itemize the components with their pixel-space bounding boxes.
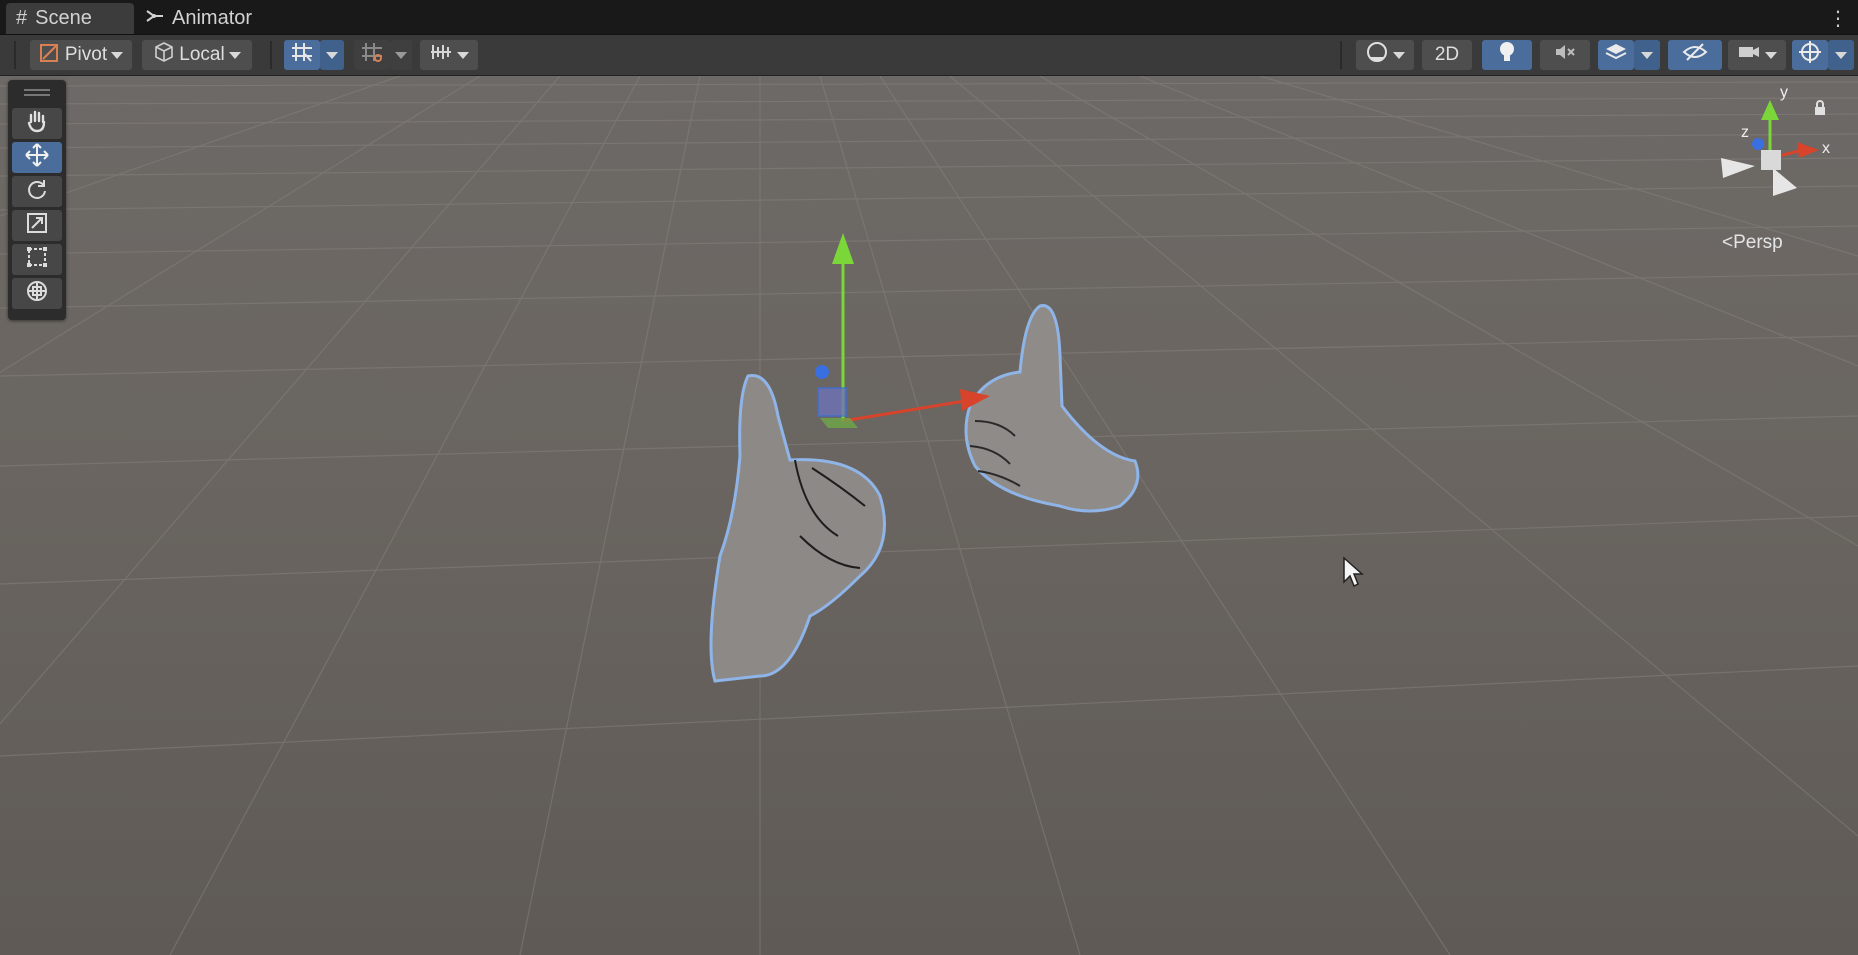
move-tool[interactable] [12,142,62,173]
right-hand-model[interactable] [964,304,1140,513]
z-axis-label: z [1741,124,1749,141]
tab-animator-label: Animator [172,7,253,29]
x-axis-cone[interactable] [1797,142,1819,158]
projection-toggle[interactable]: <Persp [1722,232,1783,254]
tools-overlay [8,80,66,320]
animator-icon [146,7,164,30]
local-dropdown[interactable]: Local [142,40,252,70]
chevron-down-icon [457,51,469,59]
toolbar-separator [1340,41,1342,69]
transform-tool[interactable] [12,278,62,309]
projection-label: Persp [1733,232,1783,253]
chevron-down-icon [228,51,241,59]
effects-dropdown[interactable] [1634,40,1660,70]
tab-scene-label: Scene [35,7,92,29]
mouse-cursor-icon [1342,556,1364,593]
y-axis-label: y [1780,84,1788,101]
move-icon [24,142,50,173]
layers-icon [1604,41,1628,69]
chevron-down-icon [1765,51,1777,59]
camera-icon [1737,43,1761,67]
z-axis-handle[interactable] [1752,138,1764,150]
shading-sphere-icon [1365,40,1389,70]
grid-hash-icon: # [16,7,28,29]
chevron-down-icon [1641,51,1653,59]
increment-snap-dropdown[interactable] [390,40,412,70]
pivot-label: Pivot [64,44,108,65]
y-axis-cone[interactable] [1761,100,1779,120]
chevron-left-icon: < [1722,232,1734,253]
toggle-2d-button[interactable]: 2D [1422,40,1472,70]
increment-snap-button[interactable] [354,40,390,70]
rotate-icon [25,177,49,206]
tab-bar: # Scene Animator ⋮ [0,0,1858,35]
grid-snap-icon [290,41,314,69]
scale-tool[interactable] [12,210,62,241]
lighting-toggle[interactable] [1482,40,1532,70]
scene-toolbar: Pivot Local 2D [0,35,1858,76]
effects-toggle[interactable] [1598,40,1634,70]
cube-icon [153,41,175,69]
more-options-icon[interactable]: ⋮ [1828,6,1848,31]
chevron-down-icon [395,51,407,59]
local-label: Local [179,44,225,65]
tools-grip[interactable] [24,89,50,91]
grid-snap-button[interactable] [284,40,320,70]
grid-snap-dropdown[interactable] [320,40,344,70]
lock-icon[interactable] [1812,100,1828,121]
eye-hidden-icon [1682,42,1708,68]
toolbar-separator [270,41,272,69]
tab-animator[interactable]: Animator [136,3,262,34]
scene-viewport[interactable] [0,76,1858,955]
gizmos-toggle[interactable] [1792,40,1828,70]
gizmo-globe-icon [1798,40,1822,70]
rect-icon [25,245,49,274]
rotate-tool[interactable] [12,176,62,207]
draw-mode-dropdown[interactable] [1356,40,1414,70]
increment-snap-icon [360,41,384,69]
toggle-2d-label: 2D [1434,44,1460,65]
transform-icon [24,278,50,309]
camera-settings-dropdown[interactable] [1728,40,1786,70]
ruler-icon [429,42,453,68]
left-hand-model[interactable] [709,374,886,683]
ruler-snap-dropdown[interactable] [420,40,478,70]
tab-scene[interactable]: # Scene [6,3,134,34]
scale-icon [25,211,49,240]
scene-visibility-toggle[interactable] [1668,40,1722,70]
audio-mute-icon [1553,41,1577,69]
pivot-icon [39,41,61,69]
chevron-down-icon [111,51,124,59]
chevron-down-icon [1835,51,1847,59]
chevron-down-icon [1393,51,1405,59]
move-gizmo[interactable] [815,233,990,428]
rect-tool[interactable] [12,244,62,275]
x-axis-label: x [1822,140,1830,157]
audio-toggle[interactable] [1540,40,1590,70]
toolbar-grip [14,41,16,69]
hand-tool[interactable] [12,108,62,139]
scene-grid [0,76,1858,955]
chevron-down-icon [326,51,338,59]
light-bulb-icon [1496,40,1518,70]
pivot-dropdown[interactable]: Pivot [30,40,132,70]
hand-icon [25,109,49,138]
gizmos-dropdown[interactable] [1828,40,1854,70]
